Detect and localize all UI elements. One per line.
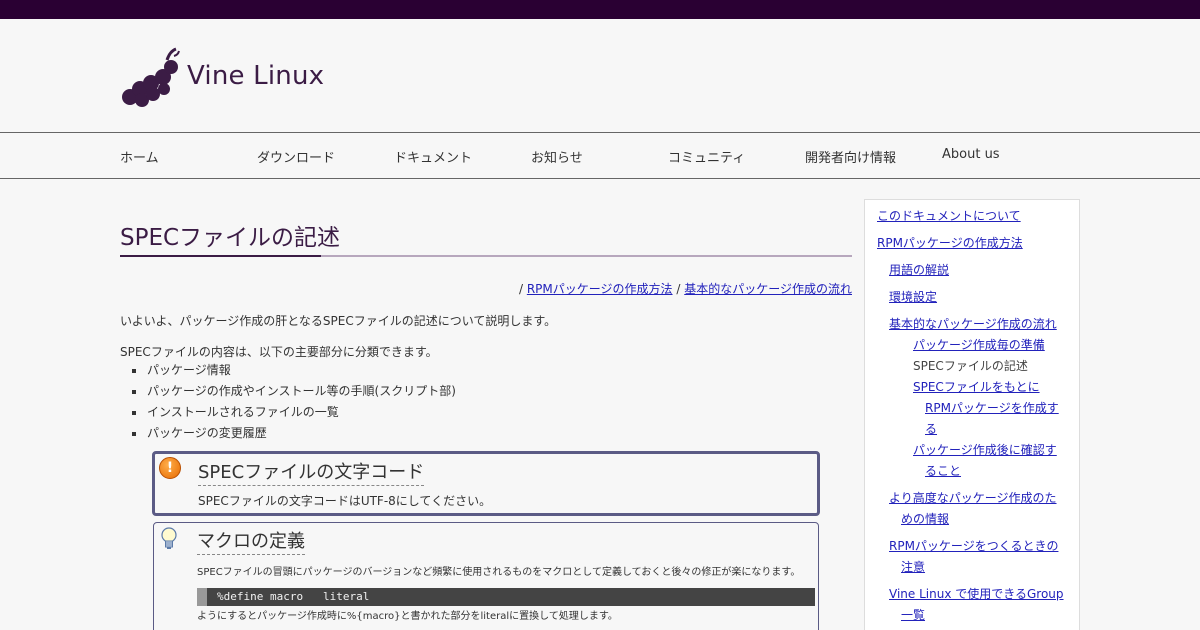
grape-cluster-icon — [122, 47, 180, 107]
list-item: インストールされるファイルの一覧 — [130, 402, 456, 423]
nav-item-about[interactable]: About us — [942, 147, 1000, 162]
note-body: SPECファイルの文字コードはUTF-8にしてください。 — [198, 494, 492, 508]
nav-item-news[interactable]: お知らせ — [531, 147, 583, 166]
code-block: %define macro literal — [197, 588, 815, 606]
site-logo[interactable]: Vine Linux — [120, 47, 360, 107]
note-heading: SPECファイルの文字コード — [198, 458, 425, 486]
site-header: Vine Linux — [0, 19, 1200, 132]
note-body-after: ようにするとパッケージ作成時に%{macro}と書かれた部分をliteralに置… — [197, 611, 618, 622]
breadcrumb-separator: / — [676, 282, 681, 296]
sidebar-item-post-check-2[interactable]: ること — [925, 461, 961, 482]
sidebar-item-build-from-spec-2[interactable]: RPMパッケージを作成す — [925, 398, 1059, 419]
list-item: パッケージの変更履歴 — [130, 423, 456, 444]
sidebar-item-rpm-howto[interactable]: RPMパッケージの作成方法 — [877, 233, 1023, 254]
breadcrumb: / RPMパッケージの作成方法 / 基本的なパッケージ作成の流れ — [519, 280, 852, 297]
sidebar-item-preparation[interactable]: パッケージ作成毎の準備 — [913, 335, 1045, 356]
lightbulb-icon — [161, 527, 177, 549]
note-heading: マクロの定義 — [197, 527, 305, 555]
sidebar-item-cautions[interactable]: RPMパッケージをつくるときの — [889, 536, 1058, 557]
intro-paragraph: いよいよ、パッケージ作成の肝となるSPECファイルの記述について説明します。 — [120, 314, 557, 328]
sidebar-item-glossary[interactable]: 用語の解説 — [889, 260, 949, 281]
sidebar-item-build-from-spec-3[interactable]: る — [925, 419, 937, 440]
title-divider-accent — [120, 255, 321, 257]
list-item: パッケージの作成やインストール等の手順(スクリプト部) — [130, 381, 456, 402]
top-bar — [0, 0, 1200, 19]
breadcrumb-link-rpm[interactable]: RPMパッケージの作成方法 — [527, 282, 673, 296]
sidebar-toc: このドキュメントについて RPMパッケージの作成方法 用語の解説 環境設定 基本… — [864, 199, 1080, 630]
parts-intro: SPECファイルの内容は、以下の主要部分に分類できます。 — [120, 345, 438, 359]
sidebar-item-build-from-spec[interactable]: SPECファイルをもとに — [913, 377, 1040, 398]
sidebar-item-about-doc[interactable]: このドキュメントについて — [877, 206, 1021, 227]
warning-note: ! SPECファイルの文字コード SPECファイルの文字コードはUTF-8にして… — [152, 451, 820, 516]
breadcrumb-separator: / — [518, 282, 523, 296]
sidebar-item-advanced[interactable]: より高度なパッケージ作成のた — [889, 488, 1057, 509]
page-title: SPECファイルの記述 — [120, 225, 341, 251]
warning-icon: ! — [159, 457, 181, 479]
sidebar-item-advanced-2[interactable]: めの情報 — [901, 509, 949, 530]
sidebar-item-environment[interactable]: 環境設定 — [889, 287, 937, 308]
list-item: パッケージ情報 — [130, 360, 456, 381]
sidebar-item-groups[interactable]: Vine Linux で使用できるGroup — [889, 584, 1064, 605]
sidebar-item-cautions-2[interactable]: 注意 — [901, 557, 925, 578]
tip-note: マクロの定義 SPECファイルの冒頭にパッケージのバージョンなど頻繁に使用される… — [153, 522, 819, 630]
nav-item-download[interactable]: ダウンロード — [257, 147, 335, 166]
nav-item-documents[interactable]: ドキュメント — [394, 147, 472, 166]
sidebar-item-groups-2[interactable]: 一覧 — [901, 605, 925, 626]
nav-item-community[interactable]: コミュニティ — [668, 147, 745, 166]
sidebar-item-post-check[interactable]: パッケージ作成後に確認す — [913, 440, 1057, 461]
sidebar-item-current: SPECファイルの記述 — [913, 359, 1028, 373]
main-nav: ホーム ダウンロード ドキュメント お知らせ コミュニティ 開発者向け情報 Ab… — [0, 132, 1200, 179]
site-name: Vine Linux — [187, 61, 325, 91]
nav-item-home[interactable]: ホーム — [120, 147, 159, 166]
note-body: SPECファイルの冒頭にパッケージのバージョンなど頻繁に使用されるものをマクロと… — [197, 567, 801, 578]
breadcrumb-link-basic-flow[interactable]: 基本的なパッケージ作成の流れ — [684, 282, 852, 296]
spec-parts-list: パッケージ情報 パッケージの作成やインストール等の手順(スクリプト部) インスト… — [130, 360, 456, 444]
nav-item-developers[interactable]: 開発者向け情報 — [805, 147, 896, 166]
sidebar-item-basic-flow[interactable]: 基本的なパッケージ作成の流れ — [889, 314, 1057, 335]
